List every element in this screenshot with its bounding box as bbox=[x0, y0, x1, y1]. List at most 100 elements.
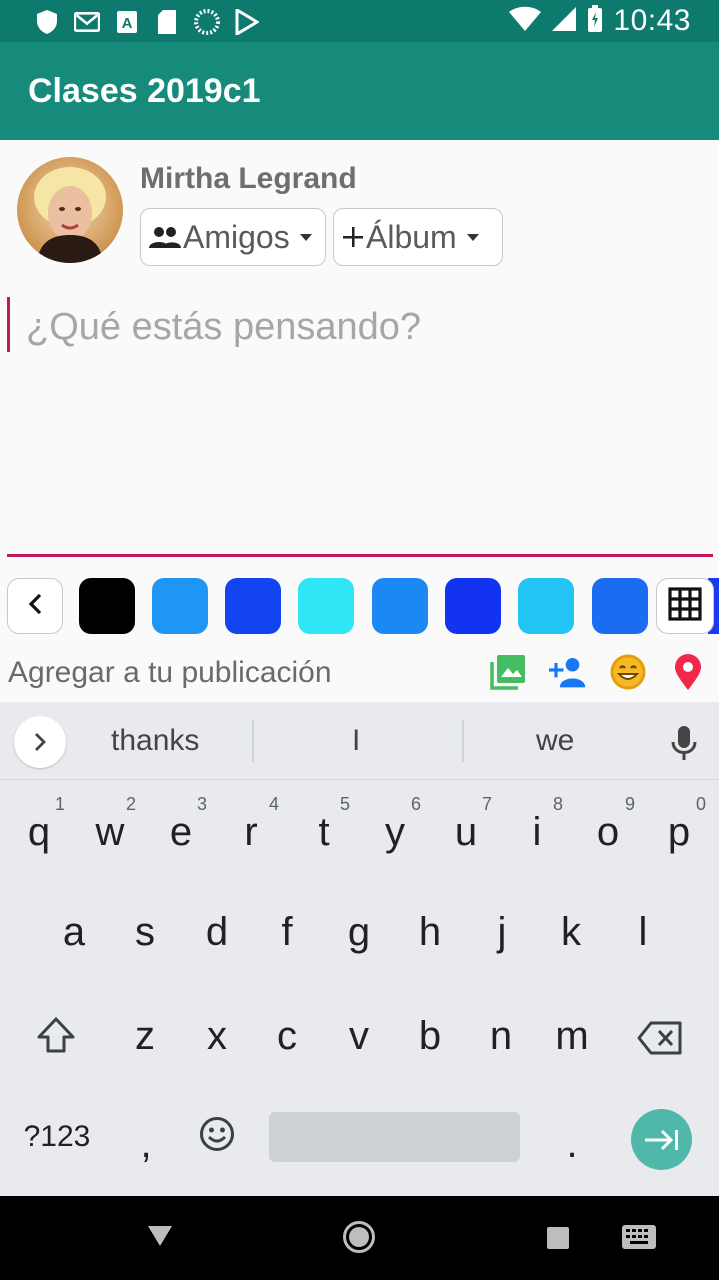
chevron-down-icon bbox=[466, 233, 479, 241]
key-h[interactable]: h bbox=[400, 910, 460, 955]
suggestion-2[interactable]: I bbox=[352, 724, 360, 758]
signal-icon bbox=[551, 6, 577, 37]
user-name: Mirtha Legrand bbox=[140, 162, 357, 195]
key-i[interactable]: i bbox=[507, 810, 567, 855]
key-l[interactable]: l bbox=[613, 910, 673, 955]
enter-key[interactable] bbox=[631, 1109, 692, 1170]
key-m[interactable]: m bbox=[542, 1014, 602, 1059]
key-hint: 4 bbox=[269, 794, 280, 814]
add-to-post-row[interactable]: Agregar a tu publicación bbox=[0, 650, 719, 700]
key-a[interactable]: a bbox=[44, 910, 104, 955]
key-g[interactable]: g bbox=[329, 910, 389, 955]
keyboard-switcher-button[interactable] bbox=[621, 1224, 657, 1250]
more-backgrounds-button[interactable] bbox=[656, 578, 714, 634]
key-f[interactable]: f bbox=[257, 910, 317, 955]
sync-icon bbox=[194, 9, 220, 35]
text-icon: A bbox=[114, 9, 140, 35]
key-v[interactable]: v bbox=[329, 1014, 389, 1059]
shield-icon bbox=[34, 9, 60, 35]
emoji-key[interactable] bbox=[187, 1116, 247, 1162]
album-dropdown[interactable]: Álbum bbox=[333, 208, 503, 266]
audience-dropdown[interactable]: Amigos bbox=[140, 208, 326, 266]
recents-nav-button[interactable] bbox=[546, 1226, 570, 1250]
color-swatch[interactable] bbox=[298, 578, 354, 634]
key-s[interactable]: s bbox=[115, 910, 175, 955]
key-b[interactable]: b bbox=[400, 1014, 460, 1059]
avatar[interactable] bbox=[17, 157, 123, 263]
key-e[interactable]: e bbox=[151, 810, 211, 855]
key-x[interactable]: x bbox=[187, 1014, 247, 1059]
shift-key[interactable] bbox=[26, 1016, 86, 1064]
key-p[interactable]: p bbox=[649, 810, 709, 855]
divider bbox=[252, 720, 254, 762]
key-k[interactable]: k bbox=[541, 910, 601, 955]
key-q[interactable]: q bbox=[9, 810, 69, 855]
symbols-key[interactable]: ?123 bbox=[19, 1120, 95, 1154]
suggestion-strip: thanks I we bbox=[0, 702, 719, 780]
key-hint: 9 bbox=[625, 794, 636, 814]
friends-icon bbox=[149, 219, 181, 256]
key-w[interactable]: w bbox=[80, 810, 140, 855]
color-swatch[interactable] bbox=[225, 578, 281, 634]
text-cursor bbox=[7, 297, 10, 352]
key-r[interactable]: r bbox=[221, 810, 281, 855]
key-z[interactable]: z bbox=[115, 1014, 175, 1059]
notification-icons: A bbox=[34, 8, 260, 36]
location-icon[interactable] bbox=[669, 652, 707, 692]
gmail-icon bbox=[74, 9, 100, 35]
app-bar: Clases 2019c1 bbox=[0, 42, 719, 140]
tag-person-icon[interactable] bbox=[549, 652, 587, 692]
grid-icon bbox=[668, 586, 702, 626]
key-n[interactable]: n bbox=[471, 1014, 531, 1059]
key-hint: 6 bbox=[411, 794, 422, 814]
key-y[interactable]: y bbox=[365, 810, 425, 855]
clock: 10:43 bbox=[613, 4, 691, 37]
key-o[interactable]: o bbox=[578, 810, 638, 855]
soft-keyboard: thanks I we q w e r t y u i o p 1 2 3 4 … bbox=[0, 702, 719, 1196]
plus-icon bbox=[342, 219, 364, 256]
backspace-key[interactable] bbox=[630, 1020, 690, 1065]
navigation-bar bbox=[0, 1196, 719, 1280]
chevron-down-icon bbox=[299, 233, 312, 241]
key-j[interactable]: j bbox=[472, 910, 532, 955]
post-placeholder: ¿Qué estás pensando? bbox=[26, 306, 422, 348]
space-key[interactable] bbox=[269, 1112, 520, 1162]
svg-text:A: A bbox=[122, 15, 133, 32]
wifi-icon bbox=[509, 6, 542, 37]
color-swatch[interactable] bbox=[372, 578, 428, 634]
home-nav-button[interactable] bbox=[342, 1220, 376, 1254]
battery-icon bbox=[587, 4, 603, 38]
suggestion-1[interactable]: thanks bbox=[111, 724, 199, 758]
color-swatch[interactable] bbox=[79, 578, 135, 634]
play-store-icon bbox=[234, 9, 260, 35]
microphone-icon[interactable] bbox=[670, 724, 698, 762]
album-label: Álbum bbox=[366, 218, 457, 255]
key-c[interactable]: c bbox=[257, 1014, 317, 1059]
background-color-row bbox=[0, 578, 719, 636]
key-hint: 2 bbox=[126, 794, 137, 814]
text-field-underline bbox=[7, 554, 713, 557]
color-swatch[interactable] bbox=[518, 578, 574, 634]
color-swatch[interactable] bbox=[592, 578, 648, 634]
key-hint: 3 bbox=[197, 794, 208, 814]
comma-key[interactable]: , bbox=[116, 1122, 176, 1167]
key-hint: 7 bbox=[482, 794, 493, 814]
system-icons: 10:43 bbox=[509, 4, 691, 38]
key-u[interactable]: u bbox=[436, 810, 496, 855]
period-key[interactable]: . bbox=[542, 1122, 602, 1167]
collapse-colors-button[interactable] bbox=[7, 578, 63, 634]
sd-card-icon bbox=[154, 9, 180, 35]
color-swatch[interactable] bbox=[445, 578, 501, 634]
key-hint: 1 bbox=[55, 794, 66, 814]
screen: A 10:43 Clases 2019c1 Mirtha Legrand Ami… bbox=[0, 0, 719, 1280]
back-nav-button[interactable] bbox=[146, 1224, 174, 1248]
color-swatch[interactable] bbox=[152, 578, 208, 634]
key-t[interactable]: t bbox=[294, 810, 354, 855]
emoji-icon[interactable] bbox=[609, 652, 647, 692]
key-d[interactable]: d bbox=[187, 910, 247, 955]
key-hint: 5 bbox=[340, 794, 351, 814]
expand-suggestions-button[interactable] bbox=[14, 716, 66, 768]
divider bbox=[462, 720, 464, 762]
photo-icon[interactable] bbox=[489, 652, 527, 692]
suggestion-3[interactable]: we bbox=[536, 724, 574, 758]
